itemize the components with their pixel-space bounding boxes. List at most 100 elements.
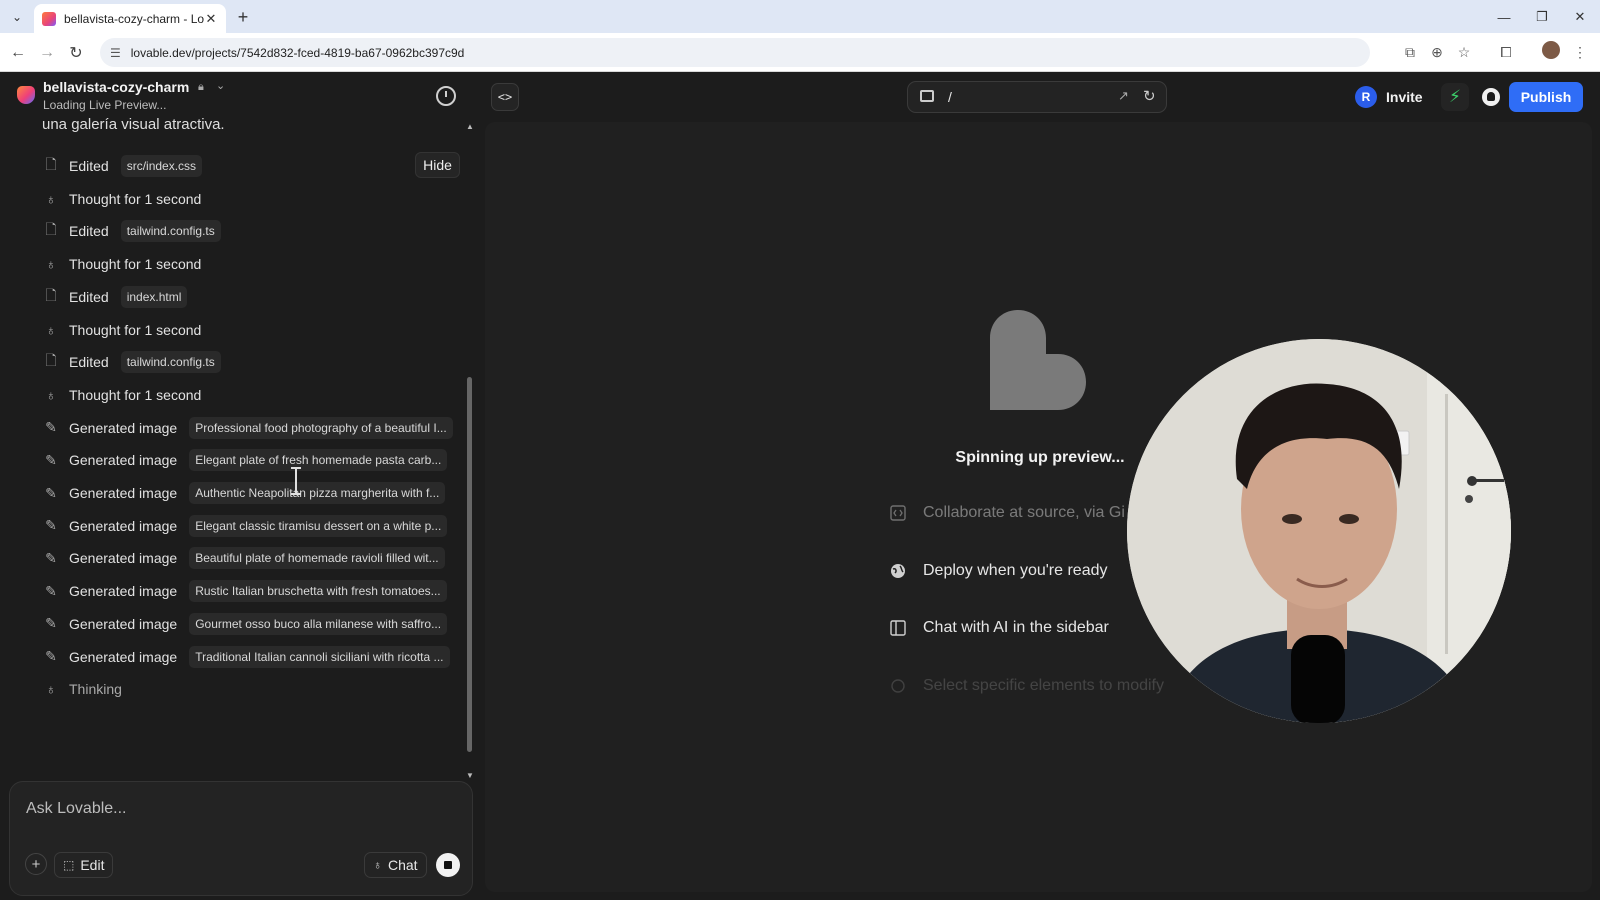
publish-button[interactable]: Publish <box>1509 82 1583 112</box>
scroll-up-arrow-icon[interactable]: ▲ <box>466 122 474 131</box>
hide-button[interactable]: Hide <box>415 152 460 178</box>
lovable-heart-icon <box>990 310 1086 410</box>
chevron-down-icon[interactable]: ⌄ <box>216 79 225 92</box>
activity-item[interactable]: ♁ Thought for 1 second <box>40 185 460 213</box>
activity-label: Thought for 1 second <box>69 190 202 207</box>
activity-item[interactable]: ♁ Thought for 1 second <box>40 316 460 344</box>
activity-item[interactable]: ✎ Generated image Beautiful plate of homem… <box>40 544 460 572</box>
restore-icon[interactable]: ❐ <box>1530 6 1554 28</box>
file-edit-icon: 🗋︎ <box>45 221 57 238</box>
new-tab-icon[interactable]: + <box>232 6 254 28</box>
activity-chip[interactable]: tailwind.config.ts <box>120 220 221 243</box>
activity-item[interactable]: 🗋︎ Edited src/index.css <box>40 152 460 180</box>
activity-label: Generated image <box>69 419 178 436</box>
activity-label: Edited <box>69 158 109 174</box>
close-window-icon[interactable]: ✕ <box>1568 6 1592 28</box>
activity-item[interactable]: 🗋︎ Edited tailwind.config.ts <box>40 217 460 245</box>
invite-button[interactable]: R Invite <box>1355 82 1423 112</box>
stop-button[interactable] <box>436 853 460 877</box>
activity-item[interactable]: ✎ Generated image Rustic Italian bruschett… <box>40 577 460 605</box>
back-icon[interactable]: ← <box>6 41 30 65</box>
chat-label: Chat <box>388 857 418 873</box>
activity-label: Edited <box>69 223 109 240</box>
activity-item[interactable]: 🗋︎ Edited index.html <box>40 283 460 311</box>
activity-item[interactable]: ♁ Thought for 1 second <box>40 381 460 409</box>
scroll-down-arrow-icon[interactable]: ▼ <box>466 771 474 780</box>
activity-label: Edited <box>69 354 109 371</box>
browser-menu-icon[interactable]: ⋮ <box>1570 42 1590 62</box>
lightbulb-icon: ♁ <box>45 190 57 207</box>
route-bar[interactable]: / ↗ ↻ <box>907 81 1167 113</box>
tab-search-chevron-icon[interactable]: ⌄ <box>6 6 28 28</box>
activity-item[interactable]: 🗋︎ Edited tailwind.config.ts <box>40 348 460 376</box>
activity-chip[interactable]: Elegant classic tiramisu dessert on a wh… <box>189 514 448 537</box>
activity-label: Edited <box>69 288 109 305</box>
activity-item[interactable]: ♁ Thought for 1 second <box>40 250 460 278</box>
profile-avatar[interactable] <box>1542 41 1560 59</box>
lovable-logo-icon[interactable] <box>17 86 35 104</box>
translate-icon[interactable]: ⧉ <box>1400 42 1420 62</box>
forward-icon[interactable]: → <box>35 41 59 65</box>
wand-icon: ✎ <box>45 419 57 436</box>
project-name[interactable]: bellavista-cozy-charm <box>43 79 189 95</box>
tab-close-icon[interactable]: ✕ <box>204 11 218 27</box>
activity-item[interactable]: ♁ Thinking <box>40 675 460 703</box>
ask-input[interactable] <box>26 800 446 818</box>
chat-mode-button[interactable]: ♁ Chat <box>364 852 427 878</box>
scrollbar-thumb[interactable] <box>467 377 472 752</box>
activity-chip[interactable]: Rustic Italian bruschetta with fresh tom… <box>189 580 447 603</box>
browser-address-bar: ← → ↻ ☰ lovable.dev/projects/7542d832-fc… <box>0 33 1600 72</box>
minimize-icon[interactable]: — <box>1492 6 1516 28</box>
activity-chip[interactable]: Authentic Neapolitan pizza margherita wi… <box>189 482 446 504</box>
activity-chip[interactable]: tailwind.config.ts <box>120 351 221 374</box>
activity-label: Thought for 1 second <box>69 321 202 338</box>
lock-icon: 🔒︎ <box>198 81 204 93</box>
preview-reload-icon[interactable]: ↻ <box>1143 87 1156 105</box>
github-icon[interactable] <box>1477 83 1505 111</box>
activity-item[interactable]: ✎ Generated image Elegant plate of fresh h… <box>40 446 460 474</box>
activity-chip[interactable]: Professional food photography of a beaut… <box>189 416 453 439</box>
reload-icon[interactable]: ↻ <box>64 41 88 65</box>
url-field[interactable]: ☰ lovable.dev/projects/7542d832-fced-481… <box>100 38 1370 67</box>
activity-label: Thinking <box>69 681 122 698</box>
select-icon <box>891 678 905 693</box>
route-path[interactable]: / <box>948 89 952 105</box>
bookmark-star-icon[interactable]: ☆ <box>1454 42 1474 62</box>
activity-label: Generated image <box>69 583 178 600</box>
app-header: bellavista-cozy-charm 🔒︎ ⌄ Loading Live … <box>0 72 1600 122</box>
wand-icon: ✎ <box>45 451 57 468</box>
activity-item[interactable]: ✎ Generated image Traditional Italian cann… <box>40 643 460 671</box>
lovable-favicon-icon <box>42 11 56 26</box>
code-icon <box>890 505 906 521</box>
activity-item[interactable]: ✎ Generated image Professional food photog… <box>40 414 460 442</box>
add-attachment-button[interactable]: + <box>25 853 47 875</box>
activity-chip[interactable]: src/index.css <box>120 155 203 177</box>
supabase-bolt-icon[interactable]: ⚡︎ <box>1441 83 1469 111</box>
open-external-icon[interactable]: ↗ <box>1118 88 1129 104</box>
edit-button[interactable]: ⬚ Edit <box>54 852 114 878</box>
activity-label: Generated image <box>69 452 178 469</box>
activity-chip[interactable]: index.html <box>120 285 188 308</box>
activity-chip[interactable]: Elegant plate of fresh homemade pasta ca… <box>189 449 448 472</box>
file-edit-icon: 🗋︎ <box>45 352 57 369</box>
activity-item[interactable]: ✎ Generated image Gourmet osso buco alla m… <box>40 610 460 638</box>
activity-label: Generated image <box>69 550 178 567</box>
activity-item[interactable]: ✎ Generated image Elegant classic tiramisu… <box>40 512 460 540</box>
activity-chip[interactable]: Traditional Italian cannoli siciliani wi… <box>189 645 450 668</box>
code-view-button[interactable]: <> <box>491 83 519 111</box>
browser-tab-bar: ⌄ bellavista-cozy-charm - Lovable ✕ + — … <box>0 0 1600 33</box>
wand-icon: ✎ <box>45 615 57 632</box>
browser-tab[interactable]: bellavista-cozy-charm - Lovable ✕ <box>34 4 226 33</box>
site-info-icon[interactable]: ☰ <box>110 46 121 60</box>
activity-item[interactable]: ✎ Generated image Authentic Neapolitan piz… <box>40 479 460 507</box>
chat-composer: + ⬚ Edit ♁ Chat <box>9 781 473 896</box>
extensions-icon[interactable]: ⧠ <box>1496 42 1516 62</box>
tab-title: bellavista-cozy-charm - Lovable <box>64 11 204 26</box>
device-toggle-icon[interactable] <box>920 90 934 102</box>
activity-chip[interactable]: Gourmet osso buco alla milanese with saf… <box>189 612 448 635</box>
history-icon[interactable] <box>436 86 456 106</box>
activity-label: Generated image <box>69 648 178 665</box>
activity-chip[interactable]: Beautiful plate of homemade ravioli fill… <box>189 547 445 570</box>
chat-panel: una galería visual atractiva. ▲ ▼ 🗋︎ Edit… <box>0 116 480 900</box>
zoom-icon[interactable]: ⊕ <box>1427 42 1447 62</box>
